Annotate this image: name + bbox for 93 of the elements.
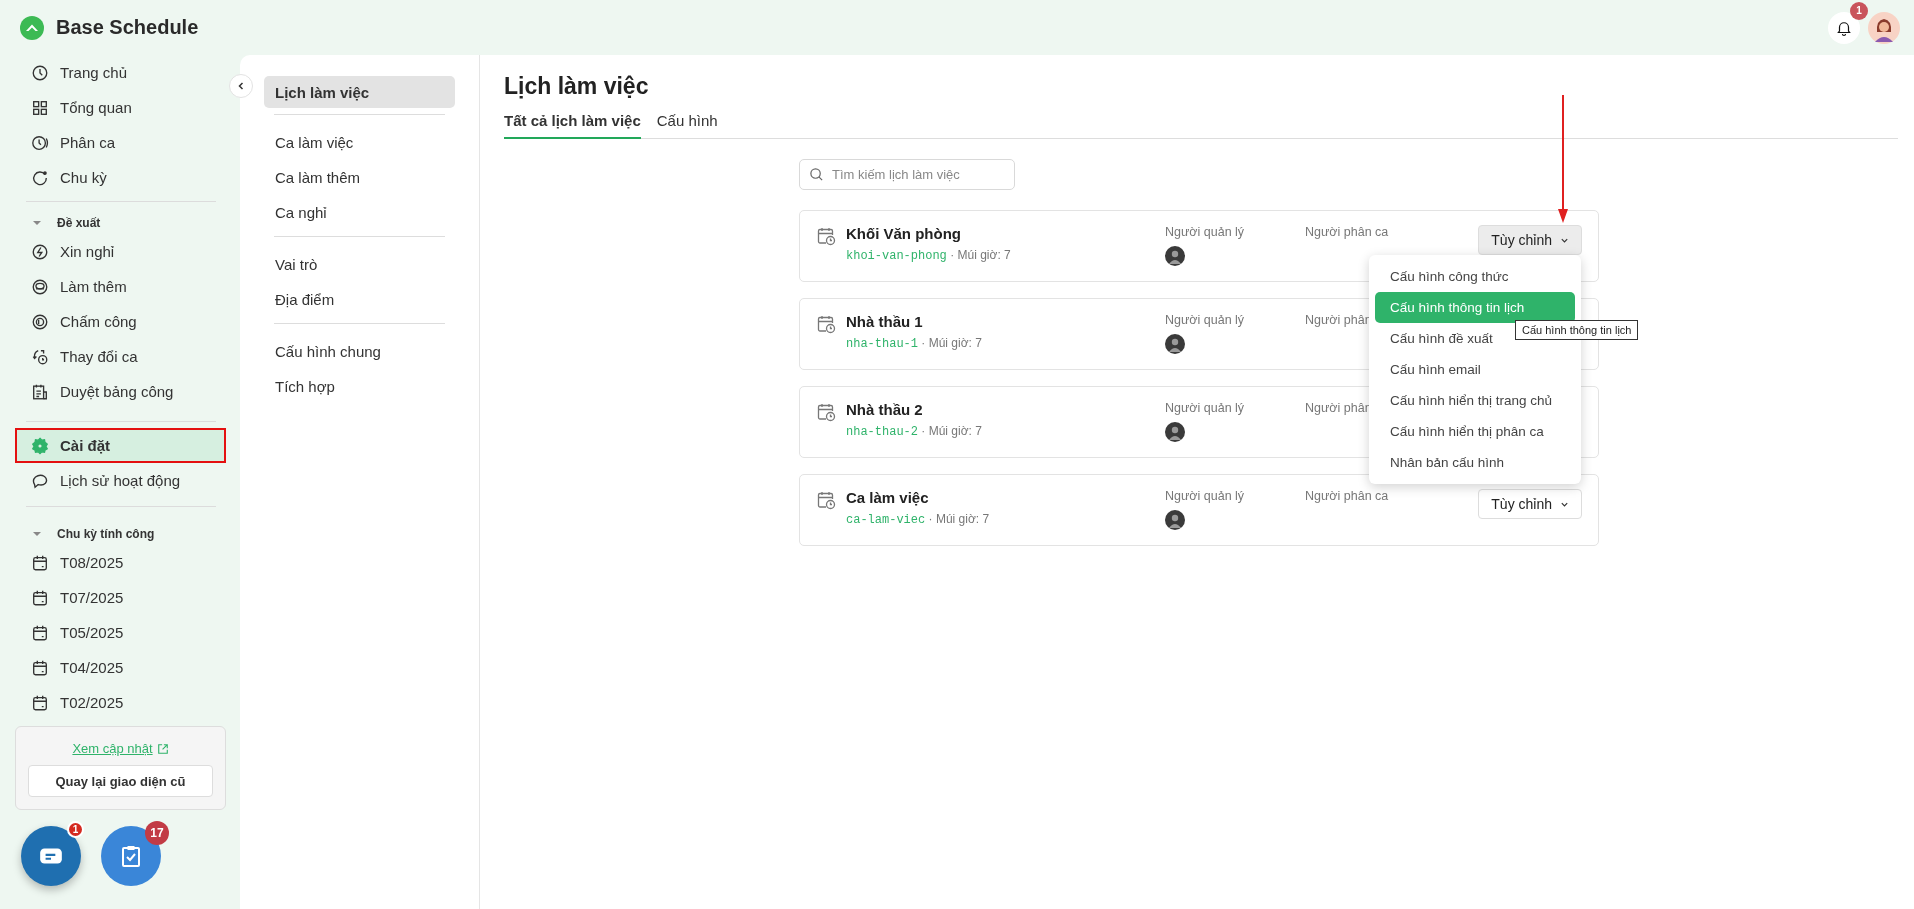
settings-menu-item[interactable]: Ca nghỉ — [264, 195, 455, 230]
dropdown-item[interactable]: Cấu hình hiển thị phân ca — [1375, 416, 1575, 447]
schedule-name[interactable]: Khối Văn phòng — [846, 225, 1165, 242]
timezone-text: · Múi giờ: 7 — [950, 248, 1011, 262]
external-link-icon — [156, 742, 169, 755]
caret-icon — [32, 218, 42, 228]
clock-icon — [31, 133, 49, 152]
app-title: Base Schedule — [56, 16, 199, 39]
settings-menu-item[interactable]: Tích hợp — [264, 369, 455, 404]
manager-avatar — [1165, 246, 1185, 266]
settings-menu-item[interactable]: Cấu hình chung — [264, 334, 455, 369]
calendar-icon — [31, 693, 49, 712]
manager-label: Người quản lý — [1165, 313, 1245, 327]
sidebar-item[interactable]: T04/2025 — [15, 650, 226, 685]
coin-icon — [31, 277, 49, 296]
sidebar-item[interactable]: Phân ca — [15, 125, 226, 160]
sidebar-item[interactable]: Thay đổi ca — [15, 339, 226, 374]
sidebar-item[interactable]: Chấm công — [15, 304, 226, 339]
settings-menu-item[interactable]: Ca làm thêm — [264, 160, 455, 195]
chevron-left-icon — [236, 81, 246, 91]
customize-button[interactable]: Tùy chỉnh — [1478, 225, 1582, 255]
schedule-name[interactable]: Ca làm việc — [846, 489, 1165, 506]
tab[interactable]: Tất cả lịch làm việc — [504, 112, 641, 139]
badge-icon — [31, 312, 49, 331]
count-badge: 17 — [145, 821, 169, 845]
sidebar-item[interactable]: T07/2025 — [15, 580, 226, 615]
bolt-icon — [31, 242, 49, 261]
sidebar-item[interactable]: Lịch sử hoạt động — [15, 463, 226, 498]
scheduler-label: Người phân ca — [1305, 225, 1389, 239]
calendar-clock-icon — [816, 226, 836, 246]
manager-avatar — [1165, 334, 1185, 354]
calendar-icon — [31, 553, 49, 572]
manager-label: Người quản lý — [1165, 489, 1245, 503]
sidebar-item[interactable]: T02/2025 — [15, 685, 226, 720]
caret-icon — [32, 529, 42, 539]
sidebar-item[interactable]: T08/2025 — [15, 545, 226, 580]
settings-menu-item[interactable]: Lịch làm việc — [264, 76, 455, 108]
dropdown-item[interactable]: Cấu hình hiển thị trang chủ — [1375, 385, 1575, 416]
grid-icon — [31, 98, 49, 117]
search-field[interactable]: Tìm kiếm lịch làm việc — [799, 159, 1015, 190]
customize-button[interactable]: Tùy chỉnh — [1478, 489, 1582, 519]
sidebar-item[interactable]: Làm thêm — [15, 269, 226, 304]
tab[interactable]: Cấu hình — [656, 112, 718, 139]
page-title: Lịch làm việc — [504, 73, 650, 100]
sidebar-item[interactable]: Tổng quan — [15, 90, 226, 125]
old-interface-button[interactable]: Quay lại giao diện cũ — [28, 765, 213, 797]
tasks-button[interactable] — [101, 826, 161, 886]
schedule-name[interactable]: Nhà thầu 1 — [846, 313, 1165, 330]
calendar-clock-icon — [816, 490, 836, 510]
calendar-icon — [31, 658, 49, 677]
section-header[interactable]: Chu kỳ tính công — [15, 519, 226, 545]
calendar-icon — [31, 588, 49, 607]
schedule-code: khoi-van-phong — [846, 249, 947, 263]
timezone-text: · Múi giờ: 7 — [921, 424, 982, 438]
schedule-name[interactable]: Nhà thầu 2 — [846, 401, 1165, 418]
dropdown-item[interactable]: Cấu hình công thức — [1375, 261, 1575, 292]
calendar-clock-icon — [816, 402, 836, 422]
sidebar-item[interactable]: Chu kỳ — [15, 160, 226, 195]
settings-menu-item[interactable]: Ca làm việc — [264, 125, 455, 160]
schedule-code: nha-thau-2 — [846, 425, 918, 439]
timezone-text: · Múi giờ: 7 — [928, 512, 990, 526]
clipboard-check-icon — [119, 844, 143, 868]
notification-badge: 1 — [1850, 1, 1868, 20]
schedule-code: ca-lam-viec — [846, 513, 926, 527]
schedule-code: nha-thau-1 — [846, 337, 918, 351]
swap-clock-icon — [31, 347, 49, 366]
scheduler-label: Người phân ca — [1305, 489, 1389, 503]
tooltip: Cấu hình thông tin lịch — [1515, 320, 1639, 340]
sidebar-item[interactable]: Trang chủ — [15, 55, 226, 90]
clock-icon — [31, 63, 49, 82]
document-icon — [31, 382, 49, 401]
sidebar-item[interactable]: Duyệt bảng công — [15, 374, 226, 409]
count-badge: 1 — [67, 821, 84, 838]
settings-icon — [31, 436, 49, 455]
calendar-clock-icon — [816, 314, 836, 334]
manager-avatar — [1165, 510, 1185, 530]
section-header[interactable]: Đề xuất — [15, 208, 226, 234]
refresh-icon — [31, 168, 49, 187]
sidebar-item[interactable]: T05/2025 — [15, 615, 226, 650]
sidebar-item[interactable]: Xin nghỉ — [15, 234, 226, 269]
settings-menu-item[interactable]: Địa điểm — [264, 282, 455, 317]
manager-avatar — [1165, 422, 1185, 442]
chat-button[interactable] — [21, 826, 81, 886]
manager-label: Người quản lý — [1165, 225, 1245, 239]
dropdown-item[interactable]: Cấu hình email — [1375, 354, 1575, 385]
dropdown-item[interactable]: Nhân bản cấu hình — [1375, 447, 1575, 478]
calendar-icon — [31, 623, 49, 642]
user-avatar[interactable] — [1868, 11, 1900, 44]
logo-icon — [20, 15, 44, 40]
timezone-text: · Múi giờ: 7 — [921, 336, 982, 350]
settings-menu-item[interactable]: Vai trò — [264, 247, 455, 282]
manager-label: Người quản lý — [1165, 401, 1245, 415]
sidebar-item[interactable]: Cài đặt — [15, 428, 226, 463]
